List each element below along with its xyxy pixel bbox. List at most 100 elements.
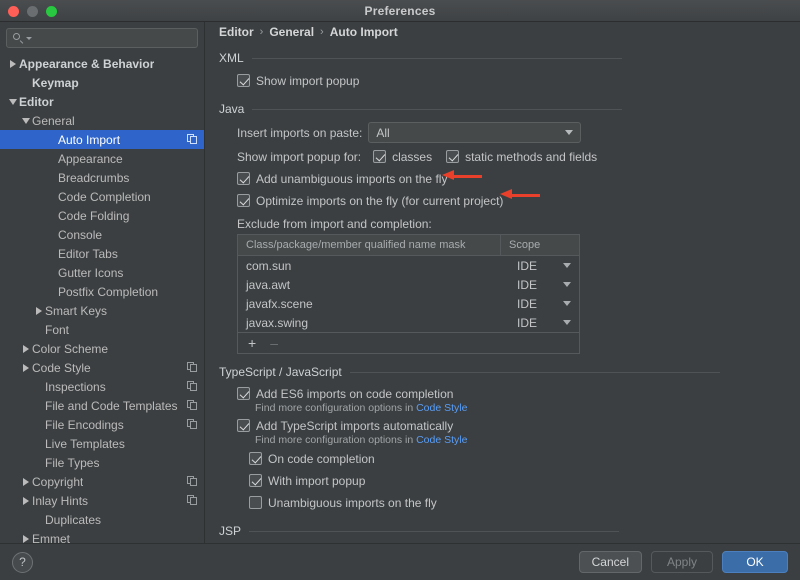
close-button[interactable] xyxy=(8,6,19,17)
checkbox-xml-show-import-popup[interactable] xyxy=(237,74,250,87)
checkbox-add-typescript-imports[interactable] xyxy=(237,419,250,432)
cell-scope[interactable]: IDE xyxy=(509,297,579,311)
chevron-right-icon[interactable] xyxy=(19,535,32,543)
sidebar-item-label: Smart Keys xyxy=(45,304,107,318)
xml-show-import-popup-row[interactable]: Show import popup xyxy=(237,70,786,91)
checkbox-classes[interactable] xyxy=(373,150,386,163)
cell-scope[interactable]: IDE xyxy=(509,278,579,292)
sidebar-item-file-types[interactable]: File Types xyxy=(0,453,204,472)
section-title-java: Java xyxy=(219,102,244,116)
insert-imports-row: Insert imports on paste: All xyxy=(237,122,786,143)
breadcrumb-item-0[interactable]: Editor xyxy=(219,25,254,39)
table-row[interactable]: com.sunIDE xyxy=(238,256,579,275)
chevron-down-icon[interactable] xyxy=(563,263,571,268)
checkbox-unambiguous-imports-on-fly[interactable] xyxy=(249,496,262,509)
table-row[interactable]: javax.swingIDE xyxy=(238,313,579,332)
sidebar-item-postfix-completion[interactable]: Postfix Completion xyxy=(0,282,204,301)
sidebar-item-console[interactable]: Console xyxy=(0,225,204,244)
search-input[interactable] xyxy=(32,31,192,45)
zoom-button[interactable] xyxy=(46,6,57,17)
exclude-table[interactable]: Class/package/member qualified name mask… xyxy=(237,234,580,354)
sidebar-item-inlay-hints[interactable]: Inlay Hints xyxy=(0,491,204,510)
chevron-right-icon[interactable] xyxy=(19,478,32,486)
help-button[interactable]: ? xyxy=(12,552,33,573)
add-unambiguous-imports-row[interactable]: Add unambiguous imports on the fly xyxy=(237,168,786,189)
sidebar-item-editor-tabs[interactable]: Editor Tabs xyxy=(0,244,204,263)
sidebar-item-keymap[interactable]: Keymap xyxy=(0,73,204,92)
table-row[interactable]: javafx.sceneIDE xyxy=(238,294,579,313)
checkbox-optimize-imports[interactable] xyxy=(237,194,250,207)
minimize-button[interactable] xyxy=(27,6,38,17)
cell-mask: javafx.scene xyxy=(238,297,509,311)
link-code-style-es6[interactable]: Code Style xyxy=(416,402,467,414)
sidebar-item-label: Gutter Icons xyxy=(58,266,123,280)
hint-es6-text: Find more configuration options in xyxy=(255,402,416,414)
sidebar-item-code-folding[interactable]: Code Folding xyxy=(0,206,204,225)
sidebar-item-font[interactable]: Font xyxy=(0,320,204,339)
with-import-popup-row[interactable]: With import popup xyxy=(249,470,786,491)
sidebar-item-copyright[interactable]: Copyright xyxy=(0,472,204,491)
section-divider xyxy=(252,109,622,110)
sidebar-item-emmet[interactable]: Emmet xyxy=(0,529,204,543)
breadcrumb-item-1[interactable]: General xyxy=(269,25,314,39)
sidebar-item-general[interactable]: General xyxy=(0,111,204,130)
checkbox-add-unambiguous-imports[interactable] xyxy=(237,172,250,185)
sidebar-item-gutter-icons[interactable]: Gutter Icons xyxy=(0,263,204,282)
ok-button[interactable]: OK xyxy=(722,551,788,573)
chevron-right-icon[interactable] xyxy=(19,345,32,353)
sidebar-item-label: Color Scheme xyxy=(32,342,108,356)
search-box[interactable] xyxy=(6,28,198,48)
add-typescript-imports-row[interactable]: Add TypeScript imports automatically xyxy=(237,415,786,436)
chevron-right-icon[interactable] xyxy=(32,307,45,315)
sidebar-item-appearance[interactable]: Appearance xyxy=(0,149,204,168)
chevron-right-icon[interactable] xyxy=(19,364,32,372)
chevron-right-icon[interactable] xyxy=(6,60,19,68)
sidebar-item-color-scheme[interactable]: Color Scheme xyxy=(0,339,204,358)
sidebar-item-smart-keys[interactable]: Smart Keys xyxy=(0,301,204,320)
sidebar-item-label: Duplicates xyxy=(45,513,101,527)
chevron-right-icon[interactable] xyxy=(19,497,32,505)
chevron-down-icon[interactable] xyxy=(563,320,571,325)
link-code-style-typescript[interactable]: Code Style xyxy=(416,434,467,446)
breadcrumb-separator-icon: › xyxy=(320,26,324,38)
sidebar-item-file-and-code-templates[interactable]: File and Code Templates xyxy=(0,396,204,415)
label-classes: classes xyxy=(392,150,432,164)
apply-button[interactable]: Apply xyxy=(651,551,713,573)
remove-row-button[interactable]: – xyxy=(270,335,278,351)
checkbox-add-es6-imports[interactable] xyxy=(237,387,250,400)
column-header-mask[interactable]: Class/package/member qualified name mask xyxy=(238,235,501,255)
sidebar-item-inspections[interactable]: Inspections xyxy=(0,377,204,396)
sidebar-item-label: General xyxy=(32,114,75,128)
cell-scope[interactable]: IDE xyxy=(509,259,579,273)
sidebar-item-code-style[interactable]: Code Style xyxy=(0,358,204,377)
sidebar-item-appearance-behavior[interactable]: Appearance & Behavior xyxy=(0,54,204,73)
unambiguous-imports-on-fly-row[interactable]: Unambiguous imports on the fly xyxy=(249,492,786,513)
chevron-down-icon[interactable] xyxy=(563,301,571,306)
sidebar-item-duplicates[interactable]: Duplicates xyxy=(0,510,204,529)
settings-tree[interactable]: Appearance & BehaviorKeymapEditor General… xyxy=(0,52,204,543)
column-header-scope[interactable]: Scope xyxy=(501,239,579,251)
chevron-down-icon[interactable] xyxy=(6,99,19,105)
sidebar-item-editor[interactable]: Editor xyxy=(0,92,204,111)
sidebar-item-file-encodings[interactable]: File Encodings xyxy=(0,415,204,434)
window-controls xyxy=(8,6,57,17)
checkbox-with-import-popup[interactable] xyxy=(249,474,262,487)
sidebar-item-label: Appearance xyxy=(58,152,123,166)
sidebar-item-breadcrumbs[interactable]: Breadcrumbs xyxy=(0,168,204,187)
chevron-down-icon[interactable] xyxy=(563,282,571,287)
cancel-button[interactable]: Cancel xyxy=(579,551,642,573)
sidebar-item-live-templates[interactable]: Live Templates xyxy=(0,434,204,453)
insert-imports-select[interactable]: All xyxy=(368,122,581,143)
checkbox-on-code-completion[interactable] xyxy=(249,452,262,465)
sidebar-item-label: Code Folding xyxy=(58,209,129,223)
chevron-down-icon[interactable] xyxy=(19,118,32,124)
cell-scope[interactable]: IDE xyxy=(509,316,579,330)
on-code-completion-row[interactable]: On code completion xyxy=(249,448,786,469)
auto-import-panel: XML Show import popup Java Insert import… xyxy=(205,47,800,543)
add-es6-imports-row[interactable]: Add ES6 imports on code completion xyxy=(237,383,786,404)
add-row-button[interactable]: + xyxy=(248,335,256,351)
checkbox-static-methods-and-fields[interactable] xyxy=(446,150,459,163)
sidebar-item-code-completion[interactable]: Code Completion xyxy=(0,187,204,206)
sidebar-item-auto-import[interactable]: Auto Import xyxy=(0,130,204,149)
table-row[interactable]: java.awtIDE xyxy=(238,275,579,294)
